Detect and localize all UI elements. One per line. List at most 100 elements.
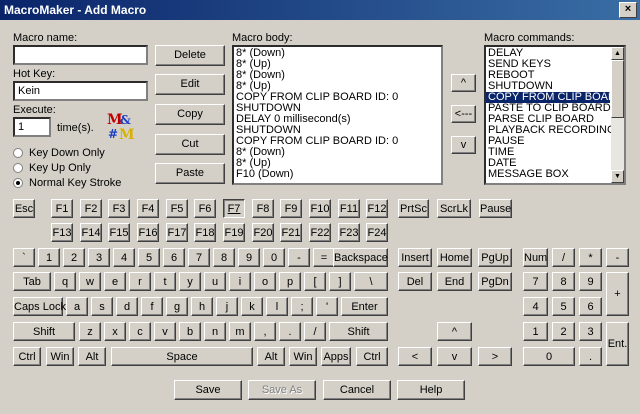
key-f18[interactable]: F18: [194, 223, 216, 242]
key-f12[interactable]: F12: [366, 199, 388, 218]
key-del[interactable]: Del: [398, 272, 432, 291]
key-f23[interactable]: F23: [338, 223, 360, 242]
radio-key-up-only[interactable]: [13, 163, 23, 173]
key-num-0[interactable]: 0: [523, 347, 575, 366]
key-arrow-up[interactable]: ^: [437, 322, 472, 341]
save-button[interactable]: Save: [174, 380, 242, 400]
key-k[interactable]: k: [241, 297, 263, 316]
key-f1[interactable]: F1: [51, 199, 73, 218]
key-num-8[interactable]: 8: [552, 272, 575, 291]
key-f6[interactable]: F6: [194, 199, 216, 218]
scroll-down-arrow-icon[interactable]: ▼: [611, 170, 624, 183]
key-apps[interactable]: Apps: [321, 347, 351, 366]
key-e[interactable]: e: [104, 272, 126, 291]
key-u[interactable]: u: [204, 272, 226, 291]
key-f11[interactable]: F11: [338, 199, 360, 218]
key-f19[interactable]: F19: [223, 223, 245, 242]
key-pgup[interactable]: PgUp: [478, 248, 512, 267]
paste-button[interactable]: Paste: [155, 163, 225, 184]
key-num-lock[interactable]: Num: [523, 248, 548, 267]
key-arrow-left[interactable]: <: [398, 347, 432, 366]
key-j[interactable]: j: [216, 297, 238, 316]
cut-button[interactable]: Cut: [155, 134, 225, 155]
key-4[interactable]: 4: [113, 248, 135, 267]
hotkey-input[interactable]: Kein: [13, 81, 148, 101]
key-a[interactable]: a: [66, 297, 88, 316]
command-item[interactable]: MESSAGE BOX: [486, 169, 624, 180]
key-9[interactable]: 9: [238, 248, 260, 267]
key-equals[interactable]: =: [313, 248, 335, 267]
key-arrow-right[interactable]: >: [478, 347, 512, 366]
move-down-button[interactable]: v: [451, 136, 476, 154]
close-icon[interactable]: ×: [619, 2, 637, 18]
key-f24[interactable]: F24: [366, 223, 388, 242]
key-backtick[interactable]: `: [13, 248, 35, 267]
key-f13[interactable]: F13: [51, 223, 73, 242]
key-semicolon[interactable]: ;: [291, 297, 313, 316]
move-up-button[interactable]: ^: [451, 74, 476, 92]
key-f10[interactable]: F10: [309, 199, 331, 218]
key-enter[interactable]: Enter: [341, 297, 388, 316]
key-n[interactable]: n: [204, 322, 226, 341]
key-right-shift[interactable]: Shift: [329, 322, 388, 341]
key-x[interactable]: x: [104, 322, 126, 341]
key-left-alt[interactable]: Alt: [78, 347, 106, 366]
key-0[interactable]: 0: [263, 248, 285, 267]
key-num-4[interactable]: 4: [523, 297, 548, 316]
key-f21[interactable]: F21: [280, 223, 302, 242]
key-m[interactable]: m: [229, 322, 251, 341]
key-num-9[interactable]: 9: [579, 272, 602, 291]
radio-normal-key-stroke[interactable]: [13, 178, 23, 188]
key-minus[interactable]: -: [288, 248, 310, 267]
key-v[interactable]: v: [154, 322, 176, 341]
key-insert[interactable]: Insert: [398, 248, 432, 267]
key-p[interactable]: p: [279, 272, 301, 291]
macro-body-line[interactable]: F10 (Down): [234, 169, 441, 180]
key-num-enter[interactable]: Ent.: [606, 322, 629, 366]
radio-key-down-only[interactable]: [13, 148, 23, 158]
key-slash[interactable]: /: [304, 322, 326, 341]
scroll-thumb[interactable]: [611, 60, 624, 118]
key-7[interactable]: 7: [188, 248, 210, 267]
scroll-up-arrow-icon[interactable]: ▲: [611, 47, 624, 60]
key-f14[interactable]: F14: [80, 223, 102, 242]
key-tab[interactable]: Tab: [13, 272, 51, 291]
key-left-shift[interactable]: Shift: [13, 322, 75, 341]
key-t[interactable]: t: [154, 272, 176, 291]
key-left-bracket[interactable]: [: [304, 272, 326, 291]
key-f[interactable]: f: [141, 297, 163, 316]
key-6[interactable]: 6: [163, 248, 185, 267]
key-i[interactable]: i: [229, 272, 251, 291]
key-pause[interactable]: Pause: [479, 199, 512, 218]
key-l[interactable]: l: [266, 297, 288, 316]
key-r[interactable]: r: [129, 272, 151, 291]
macro-body-list[interactable]: 8* (Down) 8* (Up) 8* (Down) 8* (Up) COPY…: [232, 45, 443, 185]
key-caps-lock[interactable]: Caps Lock: [13, 297, 66, 316]
key-right-win[interactable]: Win: [289, 347, 317, 366]
copy-button[interactable]: Copy: [155, 104, 225, 125]
key-f20[interactable]: F20: [252, 223, 274, 242]
key-f7[interactable]: F7: [223, 199, 245, 218]
key-prtsc[interactable]: PrtSc: [398, 199, 429, 218]
commands-scrollbar[interactable]: ▲ ▼: [611, 47, 624, 183]
key-f8[interactable]: F8: [252, 199, 274, 218]
key-scrlk[interactable]: ScrLk: [437, 199, 471, 218]
key-o[interactable]: o: [254, 272, 276, 291]
key-5[interactable]: 5: [138, 248, 160, 267]
key-end[interactable]: End: [437, 272, 472, 291]
macro-commands-list[interactable]: DELAY SEND KEYS REBOOT SHUTDOWN COPY FRO…: [484, 45, 626, 185]
key-num-5[interactable]: 5: [552, 297, 575, 316]
key-backspace[interactable]: Backspace: [333, 248, 388, 267]
key-num-plus[interactable]: +: [606, 272, 629, 316]
key-num-minus[interactable]: -: [606, 248, 629, 267]
key-right-alt[interactable]: Alt: [257, 347, 285, 366]
cancel-button[interactable]: Cancel: [323, 380, 391, 400]
key-f3[interactable]: F3: [108, 199, 130, 218]
key-f9[interactable]: F9: [280, 199, 302, 218]
help-button[interactable]: Help: [397, 380, 465, 400]
key-f2[interactable]: F2: [80, 199, 102, 218]
key-num-6[interactable]: 6: [579, 297, 602, 316]
key-f4[interactable]: F4: [137, 199, 159, 218]
key-f16[interactable]: F16: [137, 223, 159, 242]
key-1[interactable]: 1: [38, 248, 60, 267]
